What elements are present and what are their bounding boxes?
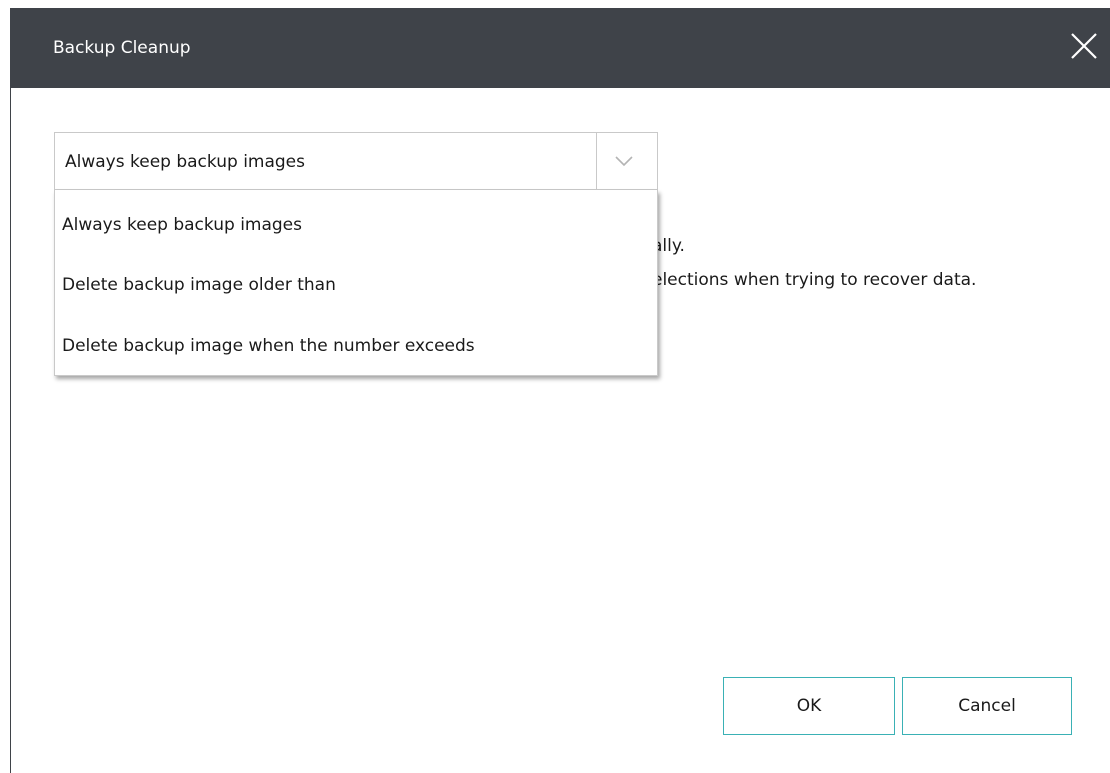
- option-delete-older-than[interactable]: Delete backup image older than: [55, 250, 657, 310]
- option-label: Delete backup image older than: [62, 275, 336, 295]
- chevron-down-icon[interactable]: [611, 154, 637, 168]
- dialog-title: Backup Cleanup: [53, 38, 191, 58]
- option-label: Always keep backup images: [62, 215, 303, 235]
- select-divider: [596, 133, 597, 189]
- option-delete-when-number-exceeds[interactable]: Delete backup image when the number exce…: [55, 311, 657, 371]
- ok-button[interactable]: OK: [723, 677, 895, 735]
- cleanup-policy-select[interactable]: Always keep backup images: [54, 132, 658, 190]
- close-button[interactable]: [1062, 24, 1106, 68]
- close-icon: [1071, 33, 1097, 59]
- cleanup-policy-dropdown-menu: Always keep backup images Delete backup …: [54, 190, 658, 376]
- select-value: Always keep backup images: [65, 152, 306, 172]
- backup-cleanup-dialog: Backup Cleanup ally. elections when tryi…: [10, 8, 1110, 773]
- option-label: Delete backup image when the number exce…: [62, 336, 475, 356]
- title-bar: Backup Cleanup: [11, 8, 1110, 88]
- cancel-button[interactable]: Cancel: [902, 677, 1072, 735]
- option-always-keep[interactable]: Always keep backup images: [55, 190, 657, 250]
